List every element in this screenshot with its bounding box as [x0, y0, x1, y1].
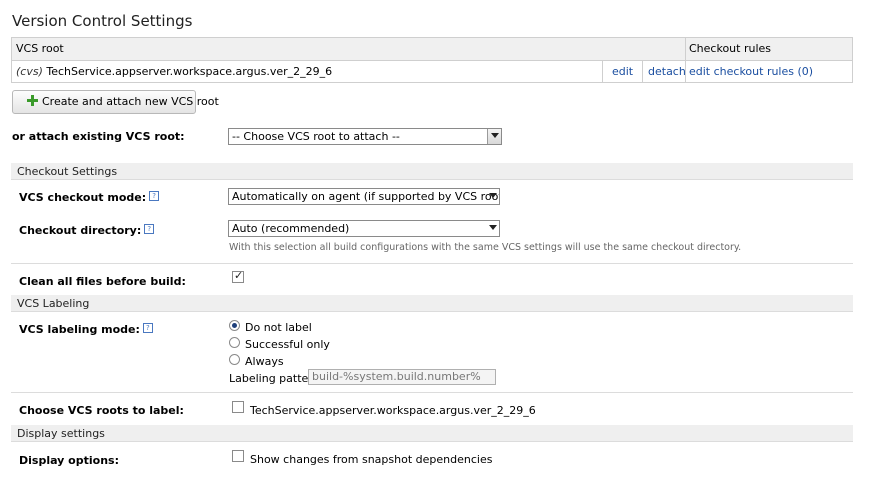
plus-icon	[27, 95, 38, 106]
help-icon[interactable]: ?	[149, 191, 160, 201]
attach-vcs-root-value: -- Choose VCS root to attach --	[232, 130, 400, 143]
clean-files-checkbox[interactable]	[232, 269, 244, 283]
display-settings-section: Display settings	[11, 425, 853, 442]
labeling-pattern-input[interactable]: build-%system.build.number%	[308, 369, 496, 385]
create-vcs-root-button[interactable]: Create and attach new VCS root	[12, 90, 219, 114]
radio-do-not-label[interactable]	[229, 320, 240, 331]
vcs-root-table: VCS root Checkout rules (cvs) TechServic…	[11, 37, 853, 83]
page-title: Version Control Settings	[12, 12, 193, 30]
checkout-settings-section: Checkout Settings	[11, 163, 853, 180]
vcs-labeling-section: VCS Labeling	[11, 295, 853, 312]
vcs-checkout-mode-select[interactable]: Automatically on agent (if supported by …	[228, 188, 500, 205]
edit-checkout-rules-link[interactable]: edit checkout rules (0)	[689, 61, 813, 83]
detach-vcs-root-link[interactable]: detach	[648, 61, 686, 83]
vcs-table-header: VCS root Checkout rules	[12, 38, 852, 61]
dropdown-arrow-icon	[491, 133, 499, 138]
vcs-labeling-mode-label: VCS labeling mode:?	[19, 323, 153, 336]
dropdown-arrow-icon	[489, 225, 497, 230]
edit-vcs-root-link[interactable]: edit	[612, 61, 633, 83]
radio-do-not-label-text: Do not label	[245, 321, 312, 334]
vcs-root-label-option: TechService.appserver.workspace.argus.ve…	[250, 404, 536, 417]
vcs-root-label-checkbox[interactable]	[232, 401, 244, 413]
clean-files-label: Clean all files before build:	[19, 275, 186, 288]
checkout-directory-note: With this selection all build configurat…	[229, 242, 742, 253]
checkout-rules-column-header: Checkout rules	[689, 42, 772, 55]
snapshot-dependencies-text: Show changes from snapshot dependencies	[250, 453, 493, 466]
radio-always[interactable]	[229, 354, 240, 365]
vcs-checkout-mode-label: VCS checkout mode:?	[19, 191, 160, 204]
create-vcs-root-label: Create and attach new VCS root	[42, 95, 219, 108]
vcs-type-label: (cvs)	[16, 65, 43, 78]
vcs-root-name: TechService.appserver.workspace.argus.ve…	[46, 65, 333, 78]
display-options-label: Display options:	[19, 454, 119, 467]
dropdown-arrow-icon	[489, 193, 497, 198]
vcs-root-column-header: VCS root	[16, 42, 64, 55]
checkout-directory-value: Auto (recommended)	[232, 222, 350, 235]
table-row: (cvs) TechService.appserver.workspace.ar…	[12, 61, 852, 83]
radio-always-text: Always	[245, 355, 284, 368]
attach-vcs-root-select[interactable]: -- Choose VCS root to attach --	[228, 128, 502, 145]
help-icon[interactable]: ?	[142, 323, 153, 333]
help-icon[interactable]: ?	[144, 224, 155, 234]
radio-successful-only[interactable]	[229, 337, 240, 348]
vcs-roots-to-label-label: Choose VCS roots to label:	[19, 404, 184, 417]
vcs-checkout-mode-value: Automatically on agent (if supported by …	[232, 190, 500, 203]
checkout-directory-label: Checkout directory:?	[19, 224, 155, 237]
radio-successful-only-text: Successful only	[245, 338, 330, 351]
attach-existing-label: or attach existing VCS root:	[12, 130, 185, 143]
snapshot-dependencies-checkbox[interactable]	[232, 450, 244, 462]
checkout-directory-select[interactable]: Auto (recommended)	[228, 220, 500, 237]
